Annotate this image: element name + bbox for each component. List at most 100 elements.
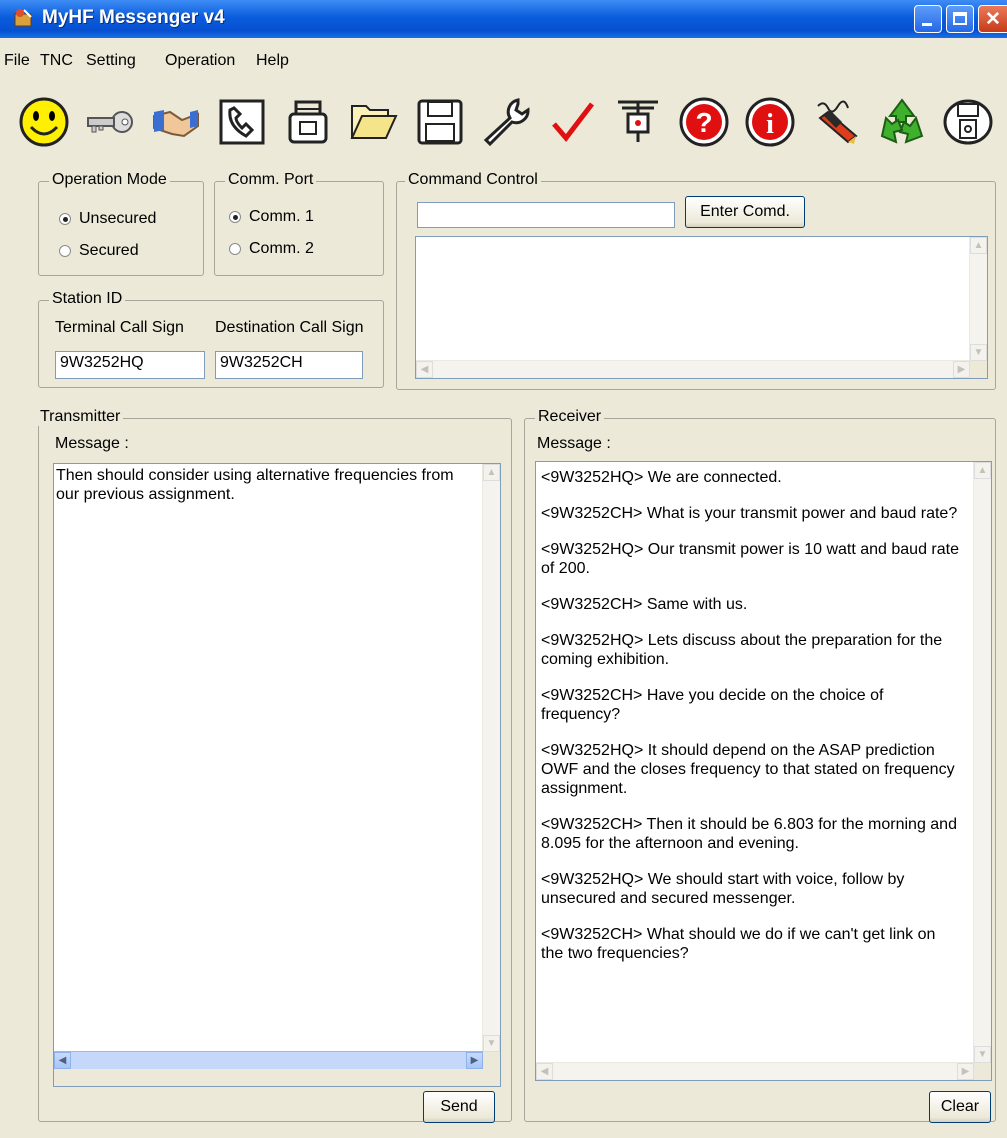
scroll-left-icon[interactable]: ◀	[536, 1063, 553, 1080]
command-control-legend: Command Control	[405, 171, 541, 189]
destination-call-sign-label: Destination Call Sign	[215, 319, 364, 336]
clear-button[interactable]: Clear	[929, 1091, 991, 1123]
scroll-corner	[483, 1052, 500, 1069]
help-icon[interactable]: ?	[674, 92, 734, 152]
list-item: <9W3252HQ> It should depend on the ASAP …	[541, 742, 955, 797]
minimize-button[interactable]	[914, 5, 942, 33]
receiver-message-list: <9W3252HQ> We are connected. <9W3252CH> …	[541, 468, 961, 980]
comm2-label: Comm. 2	[249, 240, 314, 257]
terminal-call-sign-field[interactable]: 9W3252HQ	[55, 351, 205, 379]
station-id-group: Station ID Terminal Call Sign Destinatio…	[38, 290, 384, 388]
fax-icon[interactable]	[278, 92, 338, 152]
list-item: <9W3252HQ> We should start with voice, f…	[541, 871, 905, 907]
svg-text:i: i	[766, 109, 774, 140]
wrench-icon[interactable]	[476, 92, 536, 152]
unsecured-radio[interactable]: Unsecured	[59, 210, 156, 228]
menu-file[interactable]: File	[4, 52, 30, 70]
terminal-call-sign-label: Terminal Call Sign	[55, 319, 184, 336]
folder-icon[interactable]	[344, 92, 404, 152]
scroll-left-icon[interactable]: ◀	[54, 1052, 71, 1069]
comm1-radio[interactable]: Comm. 1	[229, 208, 314, 226]
info-icon[interactable]: i	[740, 92, 800, 152]
receiver-message-log[interactable]: <9W3252HQ> We are connected. <9W3252CH> …	[535, 461, 992, 1081]
list-item: <9W3252CH> Have you decide on the choice…	[541, 687, 884, 723]
destination-call-sign-field[interactable]: 9W3252CH	[215, 351, 363, 379]
comm-port-legend: Comm. Port	[225, 171, 317, 189]
secured-label: Secured	[79, 242, 139, 259]
scroll-corner	[970, 361, 987, 378]
unsecured-label: Unsecured	[79, 210, 157, 227]
radio-button[interactable]	[59, 245, 71, 257]
transmitter-message-text: Then should consider using alternative f…	[56, 467, 454, 503]
scroll-left-icon[interactable]: ◀	[416, 361, 433, 378]
horizontal-scrollbar[interactable]: ◀ ▶	[536, 1062, 974, 1080]
horizontal-scrollbar[interactable]: ◀ ▶	[54, 1051, 483, 1069]
scrollbar-gutter	[54, 1069, 500, 1086]
operation-mode-group: Operation Mode Unsecured Secured	[38, 171, 204, 276]
checkmark-icon[interactable]	[542, 92, 602, 152]
list-item: <9W3252HQ> We are connected.	[541, 469, 782, 486]
handshake-icon[interactable]	[146, 92, 206, 152]
transmitter-group: Transmitter Message : Then should consid…	[37, 408, 512, 1123]
vertical-scrollbar[interactable]: ▲ ▼	[482, 464, 500, 1052]
scroll-up-icon[interactable]: ▲	[970, 237, 987, 254]
radio-button[interactable]	[229, 211, 241, 223]
command-control-group: Command Control Enter Comd. ▲ ▼ ◀ ▶	[396, 171, 996, 390]
recycle-icon[interactable]	[872, 92, 932, 152]
scroll-up-icon[interactable]: ▲	[483, 464, 500, 481]
command-input[interactable]	[417, 202, 675, 228]
signal-pen-icon[interactable]	[806, 92, 866, 152]
menu-setting[interactable]: Setting	[86, 52, 136, 70]
comm-port-group: Comm. Port Comm. 1 Comm. 2	[214, 171, 384, 276]
command-output[interactable]: ▲ ▼ ◀ ▶	[415, 236, 988, 379]
radio-button[interactable]	[59, 213, 71, 225]
scroll-up-icon[interactable]: ▲	[974, 462, 991, 479]
device-icon[interactable]	[938, 92, 998, 152]
send-button[interactable]: Send	[423, 1091, 495, 1123]
transmitter-message-label: Message :	[55, 435, 129, 452]
antenna-icon[interactable]	[608, 92, 668, 152]
scroll-down-icon[interactable]: ▼	[974, 1046, 991, 1063]
radio-button[interactable]	[229, 243, 241, 255]
transmitter-legend: Transmitter	[37, 408, 124, 426]
enter-command-button[interactable]: Enter Comd.	[685, 196, 805, 228]
scroll-right-icon[interactable]: ▶	[466, 1052, 483, 1069]
menu-operation[interactable]: Operation	[165, 52, 235, 70]
maximize-button[interactable]	[946, 5, 974, 33]
toolbar: ? i	[14, 92, 1007, 152]
key-icon[interactable]	[80, 92, 140, 152]
receiver-group: Receiver Message : <9W3252HQ> We are con…	[524, 408, 996, 1123]
list-item: <9W3252CH> What is your transmit power a…	[541, 505, 958, 522]
smiley-icon[interactable]	[14, 92, 74, 152]
window-title: MyHF Messenger v4	[42, 7, 225, 28]
phone-icon[interactable]	[212, 92, 272, 152]
comm1-label: Comm. 1	[249, 208, 314, 225]
close-button[interactable]: ✕	[978, 5, 1007, 33]
title-bar[interactable]: MyHF Messenger v4 ✕	[0, 0, 1007, 38]
list-item: <9W3252HQ> Lets discuss about the prepar…	[541, 632, 943, 668]
scroll-down-icon[interactable]: ▼	[483, 1035, 500, 1052]
operation-mode-legend: Operation Mode	[49, 171, 170, 189]
maximize-icon	[953, 12, 967, 25]
list-item: <9W3252CH> Then it should be 6.803 for t…	[541, 816, 957, 852]
list-item: <9W3252CH> Same with us.	[541, 596, 748, 613]
scroll-corner	[974, 1063, 991, 1080]
station-id-legend: Station ID	[49, 290, 126, 308]
app-icon	[14, 9, 32, 27]
menu-tnc[interactable]: TNC	[40, 52, 73, 70]
scroll-down-icon[interactable]: ▼	[970, 344, 987, 361]
scroll-right-icon[interactable]: ▶	[957, 1063, 974, 1080]
comm2-radio[interactable]: Comm. 2	[229, 240, 314, 258]
floppy-disk-icon[interactable]	[410, 92, 470, 152]
menu-help[interactable]: Help	[256, 52, 289, 70]
list-item: <9W3252HQ> Our transmit power is 10 watt…	[541, 541, 959, 577]
horizontal-scrollbar[interactable]: ◀ ▶	[416, 360, 970, 378]
receiver-message-label: Message :	[537, 435, 611, 452]
transmitter-message-input[interactable]: Then should consider using alternative f…	[53, 463, 501, 1087]
vertical-scrollbar[interactable]: ▲ ▼	[973, 462, 991, 1063]
secured-radio[interactable]: Secured	[59, 242, 139, 260]
vertical-scrollbar[interactable]: ▲ ▼	[969, 237, 987, 361]
scroll-right-icon[interactable]: ▶	[953, 361, 970, 378]
close-icon: ✕	[985, 9, 1001, 30]
minimize-icon	[922, 23, 932, 26]
